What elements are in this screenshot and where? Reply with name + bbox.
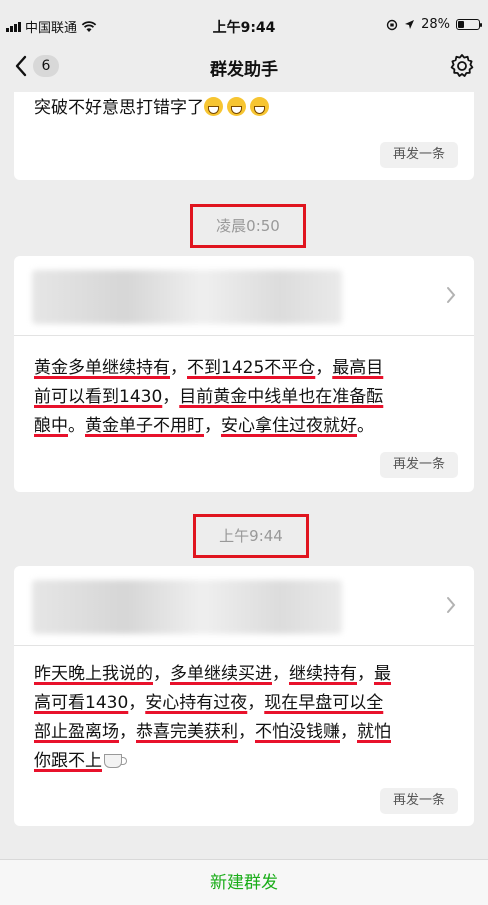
coffee-emoji-icon (104, 754, 127, 768)
message-text-content: 突破不好意思打错字了 (34, 98, 204, 118)
underlined-text: 最 (374, 664, 391, 684)
page-title: 群发助手 (210, 60, 278, 80)
message-text: 突破不好意思打错字了 (34, 96, 458, 121)
underlined-text: 目前黄金中线单也在准备酝 (179, 387, 384, 407)
resend-button[interactable]: 再发一条 (380, 788, 458, 814)
message-text-segment: ， (162, 387, 180, 407)
broadcast-card: 突破不好意思打错字了 再发一条 (14, 82, 474, 180)
status-right: 28% (386, 17, 482, 32)
recipients-row[interactable] (14, 566, 474, 646)
underlined-text: 黄金单子不用盯 (85, 416, 204, 436)
message-text-segment: ， (119, 722, 136, 742)
underlined-text: 部止盈离场 (34, 722, 119, 742)
underlined-text: 安心拿住过夜就好 (221, 416, 357, 436)
underlined-text: 昨天晚上我说的 (34, 664, 153, 684)
chevron-right-icon (447, 287, 456, 303)
underlined-text: 现在早盘可以全 (264, 693, 384, 713)
recipients-row[interactable] (14, 256, 474, 336)
message-text-segment: ， (247, 693, 265, 713)
battery-icon (456, 19, 482, 30)
recipients-blurred (32, 580, 342, 634)
rotation-lock-icon (386, 19, 398, 30)
message-text-segment: 。 (357, 416, 374, 436)
underlined-text: 不到1425不平仓 (187, 358, 316, 378)
grin-emoji-icon (204, 97, 223, 116)
message-line: 前可以看到1430，目前黄金中线单也在准备酝 (34, 385, 458, 410)
message-line: 你跟不上 (34, 749, 458, 774)
underlined-text: 酿中 (34, 416, 68, 436)
message-line: 黄金多单继续持有，不到1425不平仓，最高目 (34, 356, 458, 381)
message-text: 昨天晚上我说的，多单继续买进，继续持有，最 高可看1430，安心持有过夜，现在早盘… (34, 662, 458, 778)
timestamp: 凌晨0:50 (190, 204, 306, 248)
message-text-segment: ， (238, 722, 255, 742)
message-text: 黄金多单继续持有，不到1425不平仓，最高目 前可以看到1430，目前黄金中线单也… (34, 356, 458, 443)
underlined-text: 高可看1430 (34, 693, 129, 713)
resend-button[interactable]: 再发一条 (380, 452, 458, 478)
recipients-blurred (32, 270, 342, 324)
underlined-text: 黄金多单继续持有 (34, 358, 170, 378)
scroll-edge (0, 82, 488, 92)
message-text-segment: ， (272, 664, 289, 684)
chevron-right-icon (447, 597, 456, 613)
message-text-segment: ， (357, 664, 374, 684)
message-text-segment: 。 (68, 416, 85, 436)
underlined-text: 不怕没钱赚 (255, 722, 340, 742)
underlined-text: 前可以看到1430 (34, 387, 163, 407)
message-line: 部止盈离场，恭喜完美获利，不怕没钱赚，就怕 (34, 720, 458, 745)
message-text-segment: ， (128, 693, 146, 713)
grin-emoji-icon (227, 97, 246, 116)
underlined-text: 你跟不上 (34, 751, 102, 771)
timestamp: 上午9:44 (193, 514, 309, 558)
message-text-segment: ， (340, 722, 357, 742)
message-text-segment: ， (153, 664, 170, 684)
underlined-text: 恭喜完美获利 (136, 722, 238, 742)
underlined-text: 就怕 (357, 722, 391, 742)
underlined-text: 多单继续买进 (170, 664, 272, 684)
underlined-text: 最高目 (332, 358, 384, 378)
underlined-text: 安心持有过夜 (145, 693, 248, 713)
status-bar: 中国联通 上午9:44 28% (0, 0, 488, 40)
message-text-segment: ， (170, 358, 187, 378)
broadcast-card: 黄金多单继续持有，不到1425不平仓，最高目 前可以看到1430，目前黄金中线单也… (14, 256, 474, 492)
message-line: 高可看1430，安心持有过夜，现在早盘可以全 (34, 691, 458, 716)
battery-percent: 28% (421, 17, 450, 32)
gear-icon[interactable] (448, 52, 476, 80)
message-line: 酿中。黄金单子不用盯，安心拿住过夜就好。 (34, 414, 458, 439)
resend-button[interactable]: 再发一条 (380, 142, 458, 168)
grin-emoji-icon (250, 97, 269, 116)
location-icon (405, 20, 415, 29)
message-line: 昨天晚上我说的，多单继续买进，继续持有，最 (34, 662, 458, 687)
new-broadcast-button[interactable]: 新建群发 (0, 859, 488, 905)
message-text-segment: ， (204, 416, 221, 436)
broadcast-card: 昨天晚上我说的，多单继续买进，继续持有，最 高可看1430，安心持有过夜，现在早盘… (14, 566, 474, 826)
underlined-text: 继续持有 (289, 664, 357, 684)
message-text-segment: ， (315, 358, 333, 378)
